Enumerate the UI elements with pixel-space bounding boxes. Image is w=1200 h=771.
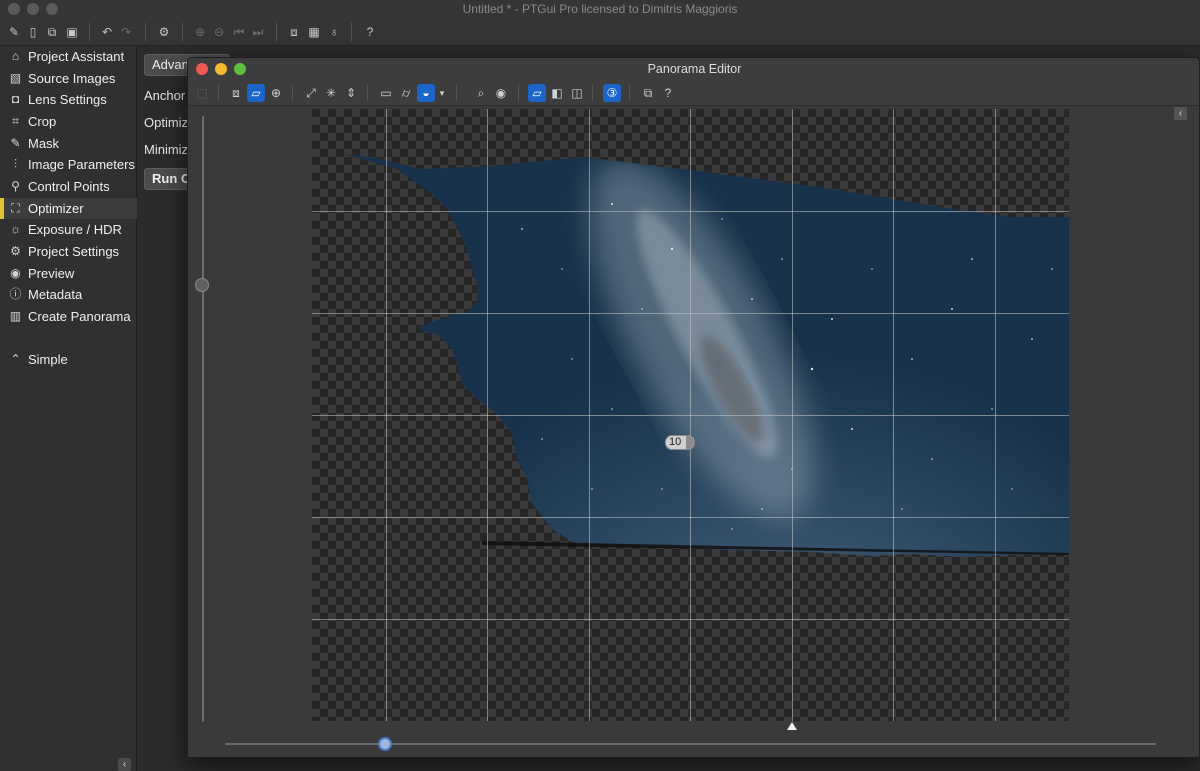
sidebar-item-label: Project Assistant: [28, 49, 125, 64]
main-title-bar: Untitled * - PTGui Pro licensed to Dimit…: [0, 0, 1200, 18]
settings-icon[interactable]: ⚙: [157, 25, 171, 39]
sidebar-item-exposure-hdr[interactable]: ☼ Exposure / HDR: [0, 219, 137, 240]
drag-panorama-icon[interactable]: ▱: [247, 84, 265, 102]
sidebar-item-project-settings[interactable]: ⚙ Project Settings: [0, 241, 137, 262]
collapse-sidebar-button[interactable]: ‹: [118, 758, 131, 771]
undo-icon[interactable]: ↶: [100, 25, 114, 39]
panorama-editor-title-bar: Panorama Editor: [188, 58, 1199, 80]
move-images-icon[interactable]: ⧈: [227, 84, 245, 102]
sidebar-item-optimizer[interactable]: ⛶ Optimizer: [0, 198, 137, 219]
sidebar-item-mask[interactable]: ✎ Mask: [0, 133, 137, 154]
panorama-editor-window: Panorama Editor ⬚ ⧈ ▱ ⊕ ⤢ ✳ ⇕ ▭ ⌭ ◒ ▾ ⌕ …: [187, 57, 1200, 758]
show-image-numbers-icon[interactable]: ③: [603, 84, 621, 102]
rectilinear-projection-icon[interactable]: ▭: [377, 84, 395, 102]
next-icon[interactable]: ⏭: [251, 25, 265, 39]
image-number-badge[interactable]: 10: [665, 435, 695, 450]
sliders-icon: ⫶: [13, 157, 17, 171]
home-icon: ⌂: [11, 49, 20, 63]
brush-icon: ✎: [10, 136, 21, 150]
horizontal-fov-slider-thumb[interactable]: [378, 737, 392, 751]
sidebar-item-label: Source Images: [28, 71, 116, 86]
cylindrical-projection-icon[interactable]: ⌭: [397, 84, 415, 102]
sidebar-item-crop[interactable]: ⌗ Crop: [0, 111, 137, 132]
grid-line: [312, 517, 1069, 518]
camera-icon: ◘: [11, 92, 20, 106]
previous-icon[interactable]: ⏮: [232, 25, 246, 39]
sidebar-item-label: Crop: [28, 114, 57, 129]
eye-icon: ◉: [10, 266, 21, 280]
show-images-icon[interactable]: ▱: [528, 84, 546, 102]
anchor-label: Anchor: [144, 88, 186, 103]
sidebar-item-label: Optimizer: [28, 201, 84, 216]
horizontal-fov-slider[interactable]: [225, 743, 1156, 745]
spherical-projection-icon[interactable]: ◒: [417, 84, 435, 102]
duplicate-icon[interactable]: ⧉: [45, 25, 59, 39]
fit-panorama-icon[interactable]: ⤢: [302, 84, 320, 102]
panorama-editor-title: Panorama Editor: [647, 62, 742, 76]
lightbulb-icon[interactable]: ♁: [327, 25, 341, 39]
redo-icon[interactable]: ↷: [119, 25, 133, 39]
gear-icon: ⚙: [10, 244, 21, 258]
images-icon: ▧: [9, 71, 22, 85]
show-blend-icon[interactable]: ◧: [548, 84, 566, 102]
detach-window-icon[interactable]: ⧉: [639, 84, 657, 102]
main-toolbar: ✎ ▯ ⧉ ▣ ↶ ↷ ⚙ ⊕ ⊖ ⏮ ⏭ ⧈ ▦ ♁ ?: [0, 18, 1200, 46]
panorama-icon: ▥: [9, 309, 22, 323]
select-tool-icon[interactable]: ⬚: [193, 84, 211, 102]
sidebar-item-label: Mask: [28, 136, 60, 151]
sidebar-item-label: Exposure / HDR: [28, 222, 122, 237]
center-marker-icon: [787, 722, 797, 730]
sidebar-item-image-parameters[interactable]: ⫶ Image Parameters: [0, 154, 137, 175]
chevron-up-circle-icon: ⌃: [10, 352, 21, 366]
grid-line: [312, 619, 1069, 620]
save-icon[interactable]: ▣: [65, 25, 79, 39]
info-icon: ⓘ: [9, 287, 22, 301]
sidebar-item-source-images[interactable]: ▧ Source Images: [0, 68, 137, 89]
panorama-editor-toolbar: ⬚ ⧈ ▱ ⊕ ⤢ ✳ ⇕ ▭ ⌭ ◒ ▾ ⌕ ◉ ▱ ◧ ◫ ③ ⧉ ?: [188, 80, 1199, 106]
sidebar-item-label: Preview: [28, 266, 75, 281]
zoom-out-icon[interactable]: ⊖: [212, 25, 226, 39]
grid-line: [312, 313, 1069, 314]
sidebar-mode-label: Simple: [28, 352, 68, 367]
editor-help-icon[interactable]: ?: [659, 84, 677, 102]
zoom-in-icon[interactable]: ⊕: [193, 25, 207, 39]
panorama-canvas[interactable]: 10: [312, 109, 1069, 721]
grid-line: [312, 211, 1069, 212]
optimizer-icon: ⛶: [11, 201, 20, 215]
sidebar-mode-simple[interactable]: ⌃ Simple: [0, 349, 137, 370]
crosshair-icon[interactable]: ⊕: [267, 84, 285, 102]
sidebar-item-project-assistant[interactable]: ⌂ Project Assistant: [0, 46, 137, 67]
zoom-icon[interactable]: ⌕: [472, 84, 490, 102]
sidebar-item-label: Image Parameters: [28, 157, 135, 172]
sun-icon: ☼: [10, 222, 21, 236]
sidebar-item-preview[interactable]: ◉ Preview: [0, 263, 137, 284]
center-panorama-icon[interactable]: ✳: [322, 84, 340, 102]
open-icon[interactable]: ▯: [26, 25, 40, 39]
sidebar-item-label: Project Settings: [28, 244, 120, 259]
preview-eye-icon[interactable]: ◉: [492, 84, 510, 102]
vertical-fov-slider[interactable]: [202, 116, 204, 722]
grid-line: [312, 415, 1069, 416]
sidebar-item-label: Lens Settings: [28, 92, 107, 107]
sidebar-item-label: Control Points: [28, 179, 110, 194]
crop-icon: ⌗: [12, 114, 19, 128]
help-icon[interactable]: ?: [363, 25, 377, 39]
sidebar-item-metadata[interactable]: ⓘ Metadata: [0, 284, 137, 305]
projection-dropdown-icon[interactable]: ▾: [436, 84, 448, 102]
window-title: Untitled * - PTGui Pro licensed to Dimit…: [462, 2, 738, 16]
sidebar: ⌂ Project Assistant ▧ Source Images ◘ Le…: [0, 46, 137, 771]
sidebar-item-label: Metadata: [28, 287, 83, 302]
control-points-icon: ⚲: [11, 179, 20, 193]
show-outline-icon[interactable]: ◫: [568, 84, 586, 102]
vertical-fov-slider-thumb[interactable]: [195, 278, 209, 292]
toggle-side-panel-button[interactable]: ‹: [1174, 107, 1187, 120]
new-project-icon[interactable]: ✎: [7, 25, 21, 39]
sidebar-item-lens-settings[interactable]: ◘ Lens Settings: [0, 89, 137, 110]
panorama-editor-icon[interactable]: ⧈: [287, 25, 301, 39]
sidebar-item-label: Create Panorama: [28, 309, 131, 324]
sidebar-item-control-points[interactable]: ⚲ Control Points: [0, 176, 137, 197]
table-icon[interactable]: ▦: [307, 25, 321, 39]
sidebar-item-create-panorama[interactable]: ▥ Create Panorama: [0, 306, 137, 327]
straighten-icon[interactable]: ⇕: [342, 84, 360, 102]
